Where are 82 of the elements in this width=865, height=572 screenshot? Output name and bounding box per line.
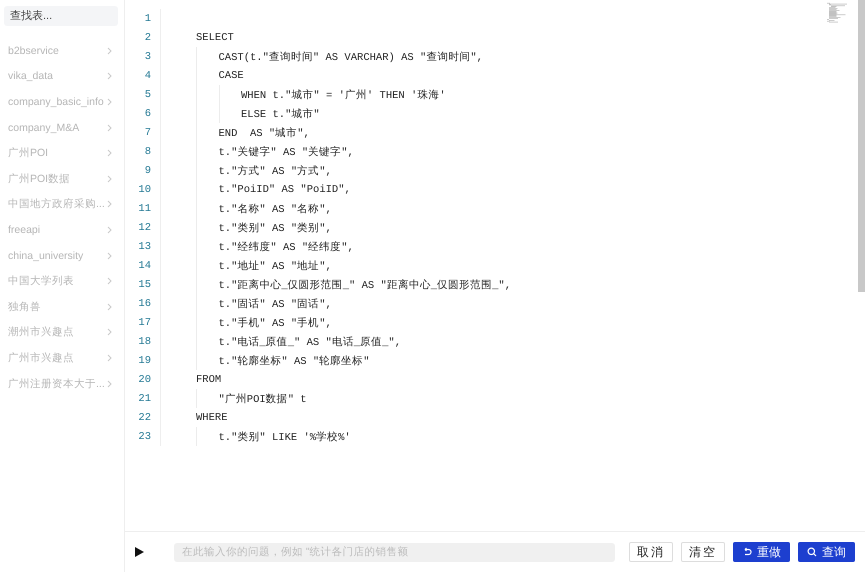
query-button[interactable]: 查询: [798, 542, 855, 562]
line-number: 10: [137, 184, 151, 196]
code-line: SELECT: [196, 32, 234, 44]
chevron-icon: [107, 72, 112, 80]
line-number: 8: [144, 146, 151, 158]
code-line: t."固话" AS "固话",: [218, 298, 332, 310]
line-number: 15: [137, 278, 151, 290]
table-item[interactable]: vika_data: [8, 70, 53, 82]
chevron-icon: [107, 200, 112, 208]
line-number: 9: [144, 164, 151, 176]
scrollbar[interactable]: [858, 0, 865, 292]
code-line: t."轮廓坐标" AS "轮廓坐标": [218, 354, 370, 368]
code-line: t."关键字" AS "关键字",: [218, 145, 354, 158]
chevron-icon: [107, 98, 112, 106]
code-line: CAST(t."查询时间" AS VARCHAR) AS "查询时间",: [218, 50, 483, 64]
code-line: FROM: [196, 374, 222, 386]
chevron-icon: [107, 226, 112, 234]
table-item[interactable]: b2bservice: [8, 44, 59, 57]
line-number: 19: [137, 354, 151, 366]
line-number: 13: [137, 240, 151, 252]
code-line: t."手机" AS "手机",: [218, 316, 332, 330]
table-item[interactable]: 中国地方政府采购...: [8, 197, 105, 212]
chevron-icon: [107, 354, 112, 362]
line-number: 5: [144, 88, 151, 100]
table-item[interactable]: 中国大学列表: [8, 274, 74, 288]
table-item[interactable]: company_M&A: [8, 122, 80, 134]
redo-button[interactable]: 重做: [733, 542, 790, 562]
code-line: t."方式" AS "方式",: [218, 164, 332, 178]
line-number: 22: [137, 412, 151, 424]
line-number: 21: [137, 392, 151, 404]
code-line: t."电话_原值_" AS "电话_原值_",: [218, 335, 402, 348]
line-number: 12: [137, 222, 151, 234]
table-item[interactable]: 潮州市兴趣点: [8, 325, 74, 340]
code-line: t."PoiID" AS "PoiID",: [218, 184, 351, 196]
play-icon[interactable]: [135, 547, 144, 557]
table-item[interactable]: 广州市兴趣点: [8, 350, 74, 365]
chevron-icon: [107, 124, 112, 132]
code-line: t."地址" AS "地址",: [218, 259, 332, 272]
chevron-icon: [107, 302, 112, 311]
code-line: WHERE: [196, 412, 228, 424]
chevron-icon: [107, 252, 112, 260]
code-line: t."类别" AS "类别",: [218, 221, 332, 234]
line-number: 6: [144, 108, 151, 120]
chevron-icon: [107, 380, 112, 388]
code-line: CASE: [218, 70, 244, 82]
code-line: t."名称" AS "名称",: [218, 202, 332, 216]
code-line: "广州POI数据" t: [218, 392, 307, 406]
line-number: 23: [137, 430, 151, 442]
action-button[interactable]: 取消: [629, 542, 673, 562]
code-line: ELSE t."城市": [241, 107, 320, 120]
chevron-icon: [107, 328, 112, 336]
table-item[interactable]: freeapi: [8, 224, 40, 236]
action-button[interactable]: 清空: [681, 542, 725, 562]
table-item[interactable]: china_university: [8, 250, 84, 262]
line-number: 1: [144, 12, 151, 24]
search-field[interactable]: 查找表...: [4, 6, 118, 26]
line-number: 2: [144, 32, 151, 44]
table-item[interactable]: 广州POI: [8, 146, 48, 160]
chevron-icon: [107, 149, 112, 158]
table-item[interactable]: 独角兽: [8, 300, 41, 314]
line-number: 20: [137, 374, 151, 386]
table-item[interactable]: 广州POI数据: [8, 172, 70, 186]
table-item[interactable]: 广州注册资本大于...: [8, 376, 105, 391]
line-number: 11: [137, 202, 151, 214]
line-number: 4: [144, 70, 151, 82]
line-number: 7: [144, 126, 151, 138]
line-number: 17: [137, 316, 151, 328]
table-item[interactable]: company_basic_info: [8, 96, 104, 108]
search-icon: [807, 547, 817, 557]
code-line: END AS "城市",: [218, 126, 310, 140]
line-number: 14: [137, 260, 151, 272]
chevron-icon: [107, 46, 112, 55]
undo-icon: [742, 547, 752, 557]
line-number: 3: [144, 50, 151, 62]
chevron-icon: [107, 277, 112, 286]
line-number: 16: [137, 298, 151, 310]
code-line: t."类别" LIKE '%学校%': [218, 430, 351, 444]
code-line: t."距离中心_仅圆形范围_" AS "距离中心_仅圆形范围_",: [218, 278, 512, 292]
chevron-icon: [107, 174, 112, 183]
line-number: 18: [137, 336, 151, 348]
code-line: WHEN t."城市" = '广州' THEN '珠海': [241, 88, 446, 102]
code-line: t."经纬度" AS "经纬度",: [218, 240, 354, 254]
